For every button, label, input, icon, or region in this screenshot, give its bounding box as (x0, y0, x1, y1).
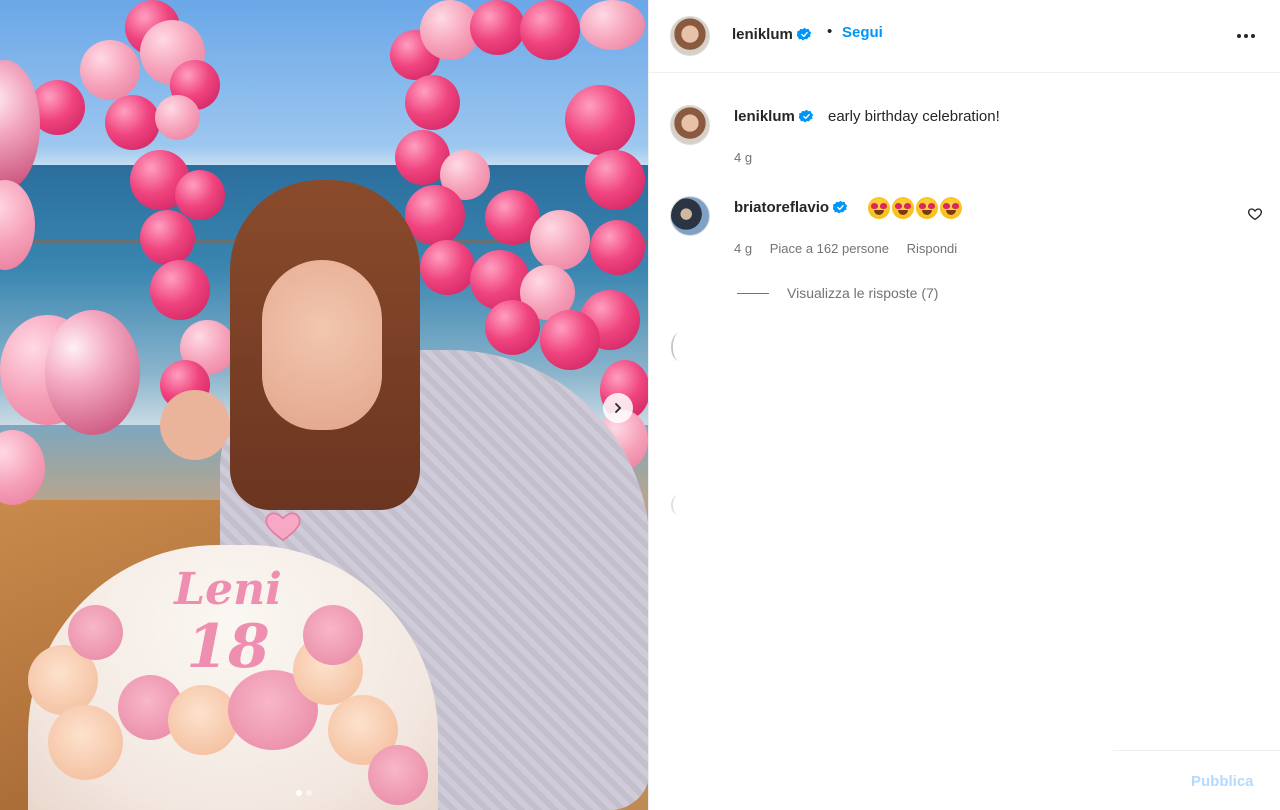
balloon (80, 40, 140, 100)
carousel-indicator (296, 790, 312, 796)
comment-likes[interactable]: Piace a 162 persone (770, 241, 889, 256)
star-struck-emoji (868, 197, 890, 219)
reply-button[interactable]: Rispondi (907, 241, 958, 256)
carousel-dot-active (296, 790, 302, 796)
post-sidebar: leniklum • Segui leniklum early birthday… (648, 0, 1280, 810)
frosting-rose (168, 685, 238, 755)
next-photo-button[interactable] (603, 393, 633, 423)
cake-name: Leni (174, 564, 282, 615)
header-separator: • (827, 23, 833, 40)
comment-author-avatar[interactable] (670, 196, 710, 236)
balloon (580, 0, 645, 50)
view-replies-label: Visualizza le risposte (7) (787, 285, 939, 301)
verified-badge-icon (833, 200, 848, 214)
balloon (565, 85, 635, 155)
frosting-rose (368, 745, 428, 805)
composer-divider (1113, 750, 1280, 751)
comment-meta: 4 g Piace a 162 persone Rispondi (734, 241, 971, 256)
carousel-dot (306, 790, 312, 796)
caption-author-avatar[interactable] (670, 105, 710, 145)
comment-author-username[interactable]: briatoreflavio (734, 199, 848, 216)
view-replies-button[interactable]: Visualizza le risposte (7) (737, 285, 938, 301)
post-dialog: Leni 18 leniklum • Segui leniklum early … (0, 0, 1280, 810)
heart-topper-icon (265, 512, 301, 541)
author-avatar[interactable] (670, 16, 710, 56)
post-comment-button[interactable]: Pubblica (1191, 773, 1254, 790)
frosting-rose (48, 705, 123, 780)
verified-badge-icon (798, 109, 814, 123)
balloon (405, 75, 460, 130)
cake-age: 18 (186, 612, 270, 682)
balloon (470, 0, 525, 55)
chevron-right-icon (615, 403, 622, 413)
star-struck-emoji (940, 197, 962, 219)
star-struck-emoji (916, 197, 938, 219)
post-header: leniklum • Segui (649, 0, 1280, 73)
balloon (105, 95, 160, 150)
caption-author-username[interactable]: leniklum (734, 108, 814, 125)
author-username[interactable]: leniklum (732, 26, 812, 43)
loading-spinner-icon (671, 333, 687, 361)
caption-time[interactable]: 4 g (734, 150, 752, 165)
post-photo[interactable]: Leni 18 (0, 0, 648, 810)
balloon (0, 430, 45, 505)
star-struck-emoji (892, 197, 914, 219)
caption-meta: 4 g (734, 150, 766, 165)
frosting-rose (68, 605, 123, 660)
caption-text: early birthday celebration! (828, 108, 1000, 125)
heart-icon[interactable] (1247, 206, 1263, 222)
more-options-icon[interactable] (1233, 24, 1259, 48)
follow-button[interactable]: Segui (842, 24, 883, 41)
verified-badge-icon (796, 27, 812, 41)
comment-text (868, 197, 962, 219)
balloon (520, 0, 580, 60)
foil-balloon (45, 310, 140, 435)
loading-spinner-icon (671, 495, 687, 515)
balloon (155, 95, 200, 140)
comment-time[interactable]: 4 g (734, 241, 752, 256)
cake-lettering: Leni 18 (138, 564, 318, 682)
